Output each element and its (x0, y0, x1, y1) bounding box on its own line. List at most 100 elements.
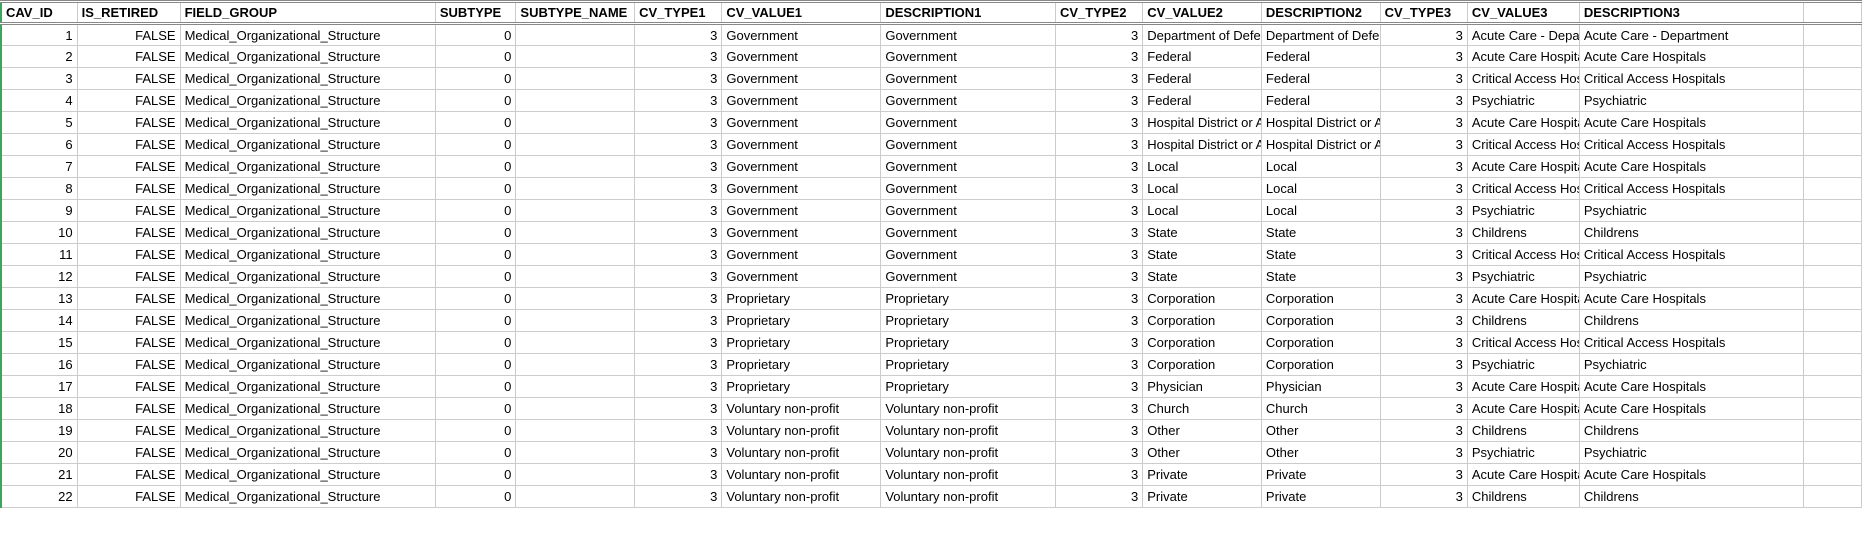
cell-cv_value2[interactable]: Federal (1143, 90, 1262, 112)
cell-field_group[interactable]: Medical_Organizational_Structure (180, 200, 435, 222)
cell-description2[interactable]: Hospital District or Authority (1261, 112, 1380, 134)
cell-is_retired[interactable]: FALSE (77, 46, 180, 68)
cell-subtype_name[interactable] (516, 442, 635, 464)
cell-is_retired[interactable]: FALSE (77, 376, 180, 398)
cell-cav_id[interactable]: 10 (1, 222, 77, 244)
cell-description2[interactable]: Federal (1261, 68, 1380, 90)
cell-description2[interactable]: State (1261, 244, 1380, 266)
cell-cv_value2[interactable]: State (1143, 266, 1262, 288)
cell-description1[interactable]: Government (881, 134, 1056, 156)
cell-cv_type1[interactable]: 3 (635, 332, 722, 354)
cell-cv_type3[interactable]: 3 (1380, 420, 1467, 442)
table-row[interactable]: 5FALSEMedical_Organizational_Structure03… (1, 112, 1862, 134)
cell-cv_type2[interactable]: 3 (1055, 376, 1142, 398)
cell-description1[interactable]: Government (881, 200, 1056, 222)
cell-description3[interactable]: Acute Care Hospitals (1579, 464, 1803, 486)
cell-is_retired[interactable]: FALSE (77, 332, 180, 354)
table-row[interactable]: 7FALSEMedical_Organizational_Structure03… (1, 156, 1862, 178)
cell-cv_value1[interactable]: Government (722, 200, 881, 222)
cell-subtype[interactable]: 0 (435, 420, 516, 442)
cell-cav_id[interactable]: 2 (1, 46, 77, 68)
cell-cv_value1[interactable]: Government (722, 90, 881, 112)
cell-field_group[interactable]: Medical_Organizational_Structure (180, 310, 435, 332)
cell-cv_value2[interactable]: Private (1143, 486, 1262, 508)
col-header-cv_type1[interactable]: CV_TYPE1 (635, 2, 722, 24)
cell-subtype[interactable]: 0 (435, 24, 516, 46)
cell-cv_value3[interactable]: Acute Care Hospitals (1467, 156, 1579, 178)
cell-cv_type1[interactable]: 3 (635, 134, 722, 156)
cell-cv_type1[interactable]: 3 (635, 222, 722, 244)
cell-description1[interactable]: Voluntary non-profit (881, 486, 1056, 508)
cell-cv_value3[interactable]: Childrens (1467, 222, 1579, 244)
cell-description2[interactable]: State (1261, 266, 1380, 288)
cell-subtype[interactable]: 0 (435, 222, 516, 244)
cell-subtype_name[interactable] (516, 266, 635, 288)
cell-cv_type3[interactable]: 3 (1380, 244, 1467, 266)
cell-description1[interactable]: Government (881, 178, 1056, 200)
cell-cv_type2[interactable]: 3 (1055, 46, 1142, 68)
cell-description2[interactable]: Other (1261, 442, 1380, 464)
cell-subtype_name[interactable] (516, 90, 635, 112)
table-row[interactable]: 20FALSEMedical_Organizational_Structure0… (1, 442, 1862, 464)
cell-subtype[interactable]: 0 (435, 486, 516, 508)
cell-description2[interactable]: Department of Defense (1261, 24, 1380, 46)
cell-is_retired[interactable]: FALSE (77, 156, 180, 178)
cell-subtype_name[interactable] (516, 222, 635, 244)
cell-cav_id[interactable]: 16 (1, 354, 77, 376)
cell-cv_value3[interactable]: Acute Care Hospitals (1467, 288, 1579, 310)
cell-subtype[interactable]: 0 (435, 134, 516, 156)
cell-cav_id[interactable]: 7 (1, 156, 77, 178)
cell-cv_type1[interactable]: 3 (635, 376, 722, 398)
cell-cv_value2[interactable]: Other (1143, 420, 1262, 442)
table-row[interactable]: 4FALSEMedical_Organizational_Structure03… (1, 90, 1862, 112)
cell-cv_type3[interactable]: 3 (1380, 134, 1467, 156)
cell-cv_type3[interactable]: 3 (1380, 266, 1467, 288)
cell-blank[interactable] (1803, 90, 1861, 112)
cell-cav_id[interactable]: 5 (1, 112, 77, 134)
cell-cv_value1[interactable]: Proprietary (722, 376, 881, 398)
cell-cv_type1[interactable]: 3 (635, 464, 722, 486)
cell-cv_value2[interactable]: Hospital District or Authority (1143, 112, 1262, 134)
cell-is_retired[interactable]: FALSE (77, 222, 180, 244)
cell-description2[interactable]: Corporation (1261, 310, 1380, 332)
cell-field_group[interactable]: Medical_Organizational_Structure (180, 486, 435, 508)
cell-cv_value3[interactable]: Acute Care - Department (1467, 24, 1579, 46)
cell-cv_value2[interactable]: Federal (1143, 46, 1262, 68)
cell-cv_type3[interactable]: 3 (1380, 288, 1467, 310)
cell-field_group[interactable]: Medical_Organizational_Structure (180, 46, 435, 68)
cell-cv_type1[interactable]: 3 (635, 68, 722, 90)
col-header-description3[interactable]: DESCRIPTION3 (1579, 2, 1803, 24)
cell-cv_value2[interactable]: Church (1143, 398, 1262, 420)
cell-field_group[interactable]: Medical_Organizational_Structure (180, 90, 435, 112)
col-header-cv_value3[interactable]: CV_VALUE3 (1467, 2, 1579, 24)
cell-description2[interactable]: Corporation (1261, 288, 1380, 310)
cell-cv_type1[interactable]: 3 (635, 288, 722, 310)
cell-description3[interactable]: Psychiatric (1579, 90, 1803, 112)
col-header-description1[interactable]: DESCRIPTION1 (881, 2, 1056, 24)
cell-subtype[interactable]: 0 (435, 46, 516, 68)
cell-cv_type2[interactable]: 3 (1055, 200, 1142, 222)
cell-cv_type1[interactable]: 3 (635, 156, 722, 178)
cell-cv_value2[interactable]: State (1143, 222, 1262, 244)
cell-cv_type3[interactable]: 3 (1380, 442, 1467, 464)
cell-field_group[interactable]: Medical_Organizational_Structure (180, 112, 435, 134)
cell-cv_type1[interactable]: 3 (635, 398, 722, 420)
cell-is_retired[interactable]: FALSE (77, 68, 180, 90)
cell-cav_id[interactable]: 17 (1, 376, 77, 398)
cell-description1[interactable]: Voluntary non-profit (881, 442, 1056, 464)
table-row[interactable]: 2FALSEMedical_Organizational_Structure0 3… (1, 46, 1862, 68)
cell-cv_value1[interactable]: Government (722, 178, 881, 200)
cell-field_group[interactable]: Medical_Organizational_Structure (180, 68, 435, 90)
cell-cv_type2[interactable]: 3 (1055, 442, 1142, 464)
cell-subtype_name[interactable] (516, 178, 635, 200)
col-header-subtype_name[interactable]: SUBTYPE_NAME (516, 2, 635, 24)
cell-field_group[interactable]: Medical_Organizational_Structure (180, 442, 435, 464)
col-header-is_retired[interactable]: IS_RETIRED (77, 2, 180, 24)
cell-cv_type3[interactable]: 3 (1380, 200, 1467, 222)
cell-description3[interactable]: Acute Care Hospitals (1579, 398, 1803, 420)
cell-is_retired[interactable]: FALSE (77, 178, 180, 200)
cell-cv_type3[interactable]: 3 (1380, 332, 1467, 354)
cell-description1[interactable]: Government (881, 156, 1056, 178)
cell-cv_value3[interactable]: Childrens (1467, 420, 1579, 442)
cell-description3[interactable]: Childrens (1579, 222, 1803, 244)
